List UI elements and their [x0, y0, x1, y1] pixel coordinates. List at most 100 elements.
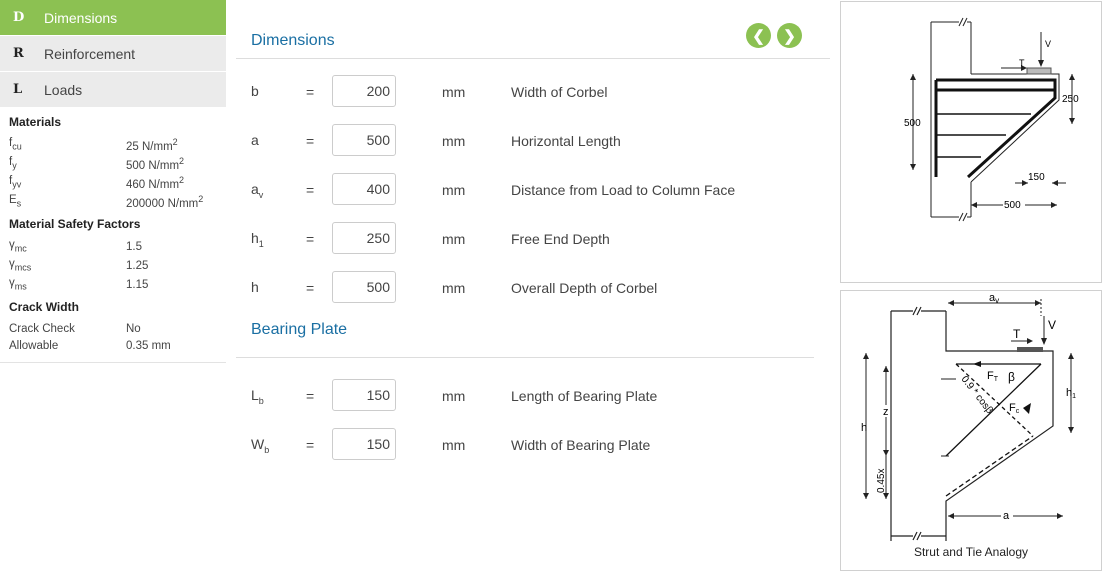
- materials-heading: Materials: [9, 115, 62, 129]
- prop-label: Allowable: [9, 339, 59, 352]
- equals-sign: =: [306, 231, 315, 247]
- equals-sign: =: [306, 280, 315, 296]
- safety-heading: Material Safety Factors: [9, 217, 141, 231]
- corbel-diagram: V T 500 250 150 500: [840, 1, 1102, 283]
- prop-value: 500 N/mm2: [126, 155, 185, 172]
- label-150: 150: [1028, 172, 1045, 183]
- next-button[interactable]: ❯: [777, 23, 802, 48]
- prop-value: 200000 N/mm2: [126, 193, 204, 210]
- sidebar: D Dimensions R Reinforcement L Loads Mat…: [0, 0, 226, 574]
- properties-panel: Materials fcu 25 N/mm2 fy 500 N/mm2 fyv 460…: [0, 108, 226, 354]
- label-ft: FT: [987, 370, 999, 383]
- prop-label: fcu: [9, 137, 22, 152]
- arrow-right-icon: ❯: [783, 27, 796, 45]
- equals-sign: =: [306, 388, 315, 404]
- label-beta: β: [1008, 370, 1015, 384]
- a-input[interactable]: 500: [332, 124, 396, 156]
- prop-label: γmc: [9, 239, 27, 254]
- wb-input[interactable]: 150: [332, 428, 396, 460]
- equals-sign: =: [306, 133, 315, 149]
- diagram-caption: Strut and Tie Analogy: [913, 545, 1029, 559]
- symbol-h1: h1: [251, 230, 264, 249]
- prop-label: Crack Check: [9, 322, 75, 335]
- prop-yms: γms 1.15: [9, 275, 226, 294]
- equals-sign: =: [306, 84, 315, 100]
- nav-letter: L: [13, 82, 23, 97]
- field-description: Free End Depth: [511, 231, 610, 247]
- symbol-wb: Wb: [251, 436, 270, 455]
- symbol-h: h: [251, 279, 259, 295]
- unit-label: mm: [442, 133, 466, 149]
- label-h: h: [861, 422, 867, 434]
- symbol-av: av: [251, 181, 264, 200]
- sidebar-item-dimensions[interactable]: D Dimensions: [0, 0, 226, 36]
- prop-value: 0.35 mm: [126, 339, 171, 352]
- symbol-lb: Lb: [251, 387, 264, 406]
- prop-label: Es: [9, 194, 22, 209]
- prop-label: fy: [9, 156, 17, 171]
- prop-allowable: Allowable 0.35 mm: [9, 337, 226, 354]
- prop-label: γmcs: [9, 258, 32, 273]
- label-500: 500: [904, 118, 921, 129]
- prop-fcu: fcu 25 N/mm2: [9, 135, 226, 154]
- lb-input[interactable]: 150: [332, 379, 396, 411]
- divider: [0, 362, 226, 363]
- label-v: V: [1048, 318, 1056, 332]
- b-input[interactable]: 200: [332, 75, 396, 107]
- equals-sign: =: [306, 182, 315, 198]
- label-fc: Fc: [1009, 402, 1020, 415]
- av-input[interactable]: 400: [332, 173, 396, 205]
- bearing-title: Bearing Plate: [251, 321, 348, 338]
- label-t: T: [1013, 327, 1021, 341]
- label-av: av: [989, 292, 999, 305]
- label-a: a: [1003, 510, 1010, 522]
- prop-value: No: [126, 322, 141, 335]
- prop-es: Es 200000 N/mm2: [9, 192, 226, 211]
- prev-button[interactable]: ❮: [746, 23, 771, 48]
- field-row-lb: Lb = 150 mm Length of Bearing Plate: [236, 379, 830, 413]
- field-description: Distance from Load to Column Face: [511, 182, 736, 198]
- label-v: V: [1045, 39, 1051, 49]
- symbol-a: a: [251, 132, 259, 148]
- nav-letter: D: [13, 10, 25, 25]
- unit-label: mm: [442, 182, 466, 198]
- strut-tie-diagram: V T av FT β Fc 0.9 * cosβ h z 0.45x h1 a…: [840, 290, 1102, 571]
- label-045x: 0.45x: [876, 469, 887, 493]
- dimensions-title: Dimensions: [251, 32, 335, 49]
- field-row-a: a = 500 mm Horizontal Length: [236, 124, 830, 158]
- field-description: Width of Bearing Plate: [511, 437, 651, 453]
- field-description: Overall Depth of Corbel: [511, 280, 658, 296]
- equals-sign: =: [306, 437, 315, 453]
- prop-value: 460 N/mm2: [126, 174, 185, 191]
- label-z: z: [883, 406, 889, 418]
- crack-heading: Crack Width: [9, 300, 79, 314]
- divider: [236, 357, 814, 358]
- field-row-h1: h1 = 250 mm Free End Depth: [236, 222, 830, 256]
- field-row-wb: Wb = 150 mm Width of Bearing Plate: [236, 428, 830, 462]
- h1-input[interactable]: 250: [332, 222, 396, 254]
- unit-label: mm: [442, 388, 466, 404]
- field-row-av: av = 400 mm Distance from Load to Column…: [236, 173, 830, 207]
- field-row-h: h = 500 mm Overall Depth of Corbel: [236, 271, 830, 305]
- label-h1: h1: [1066, 387, 1076, 400]
- unit-label: mm: [442, 84, 466, 100]
- nav-letter: R: [13, 46, 24, 61]
- unit-label: mm: [442, 437, 466, 453]
- prop-value: 1.15: [126, 278, 149, 291]
- field-description: Length of Bearing Plate: [511, 388, 658, 404]
- sidebar-item-reinforcement[interactable]: R Reinforcement: [0, 36, 226, 72]
- strut-tie-diagram-svg: V T av FT β Fc 0.9 * cosβ h z 0.45x h1 a: [861, 292, 1076, 541]
- prop-label: γms: [9, 277, 27, 292]
- unit-label: mm: [442, 280, 466, 296]
- h-input[interactable]: 500: [332, 271, 396, 303]
- label-500-bottom: 500: [1004, 200, 1021, 211]
- prop-value: 1.25: [126, 259, 149, 272]
- prop-value: 1.5: [126, 240, 142, 253]
- prop-ymcs: γmcs 1.25: [9, 256, 226, 275]
- prop-value: 25 N/mm2: [126, 136, 178, 153]
- field-row-b: b = 200 mm Width of Corbel: [236, 75, 830, 109]
- label-t: T: [1019, 58, 1025, 68]
- field-description: Width of Corbel: [511, 84, 608, 100]
- prop-crack-check: Crack Check No: [9, 320, 226, 337]
- sidebar-item-loads[interactable]: L Loads: [0, 72, 226, 108]
